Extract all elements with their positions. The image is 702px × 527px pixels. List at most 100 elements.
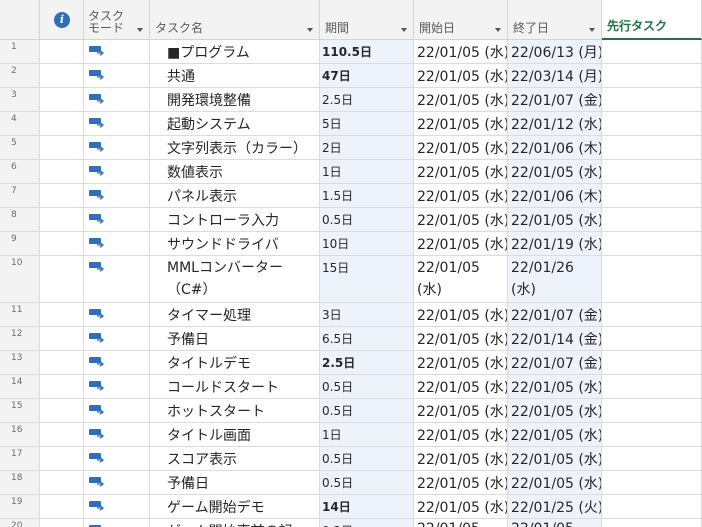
task-name-cell[interactable]: MMLコンバーター（C#） <box>150 256 320 302</box>
header-predecessors[interactable]: 先行タスク <box>602 0 702 40</box>
task-row[interactable]: 19 ゲーム開始デモ 14日 22/01/05 (水) 22/01/25 (火) <box>0 495 702 519</box>
header-duration[interactable]: 期間 <box>320 0 414 40</box>
task-row[interactable]: 3 開発環境整備 2.5日 22/01/05 (水) 22/01/07 (金) <box>0 88 702 112</box>
task-name-cell[interactable]: タイトル画面 <box>150 423 320 446</box>
start-date-cell[interactable]: 22/01/05 (水) <box>414 303 508 326</box>
start-date-cell[interactable]: 22/01/05 (水) <box>414 375 508 398</box>
row-number[interactable]: 2 <box>0 64 40 87</box>
start-date-cell[interactable]: 22/01/05 (水) <box>414 351 508 374</box>
duration-cell[interactable]: 0.5日 <box>320 471 414 494</box>
task-row[interactable]: 9 サウンドドライバ 10日 22/01/05 (水) 22/01/19 (水) <box>0 232 702 256</box>
duration-cell[interactable]: 1日 <box>320 423 414 446</box>
task-mode-cell[interactable] <box>84 64 150 87</box>
finish-date-cell[interactable]: 22/01/05 <box>508 519 602 527</box>
task-name-cell[interactable]: ゲーム開始事前の記 <box>150 519 320 527</box>
task-name-cell[interactable]: 文字列表示（カラー） <box>150 136 320 159</box>
row-number[interactable]: 8 <box>0 208 40 231</box>
predecessors-cell[interactable] <box>602 40 702 63</box>
task-mode-cell[interactable] <box>84 519 150 527</box>
task-row[interactable]: 2 共通 47日 22/01/05 (水) 22/03/14 (月) <box>0 64 702 88</box>
start-date-cell[interactable]: 22/01/05 (水) <box>414 160 508 183</box>
start-date-cell[interactable]: 22/01/05 (水) <box>414 232 508 255</box>
row-indicator-cell[interactable] <box>40 303 84 326</box>
row-number[interactable]: 17 <box>0 447 40 470</box>
dropdown-arrow-icon[interactable] <box>401 28 407 32</box>
row-indicator-cell[interactable] <box>40 471 84 494</box>
duration-cell[interactable]: 2.5日 <box>320 351 414 374</box>
header-task-name[interactable]: タスク名 <box>150 0 320 40</box>
predecessors-cell[interactable] <box>602 519 702 527</box>
duration-cell[interactable]: 0.5日 <box>320 208 414 231</box>
task-name-cell[interactable]: スコア表示 <box>150 447 320 470</box>
finish-date-cell[interactable]: 22/01/06 (木) <box>508 136 602 159</box>
predecessors-cell[interactable] <box>602 232 702 255</box>
row-indicator-cell[interactable] <box>40 399 84 422</box>
duration-cell[interactable]: 1日 <box>320 160 414 183</box>
task-row[interactable]: 16 タイトル画面 1日 22/01/05 (水) 22/01/05 (水) <box>0 423 702 447</box>
row-number[interactable]: 14 <box>0 375 40 398</box>
duration-cell[interactable]: 2日 <box>320 136 414 159</box>
task-mode-cell[interactable] <box>84 327 150 350</box>
row-indicator-cell[interactable] <box>40 40 84 63</box>
duration-cell[interactable]: 3日 <box>320 303 414 326</box>
row-number[interactable]: 4 <box>0 112 40 135</box>
predecessors-cell[interactable] <box>602 303 702 326</box>
finish-date-cell[interactable]: 22/01/19 (水) <box>508 232 602 255</box>
start-date-cell[interactable]: 22/01/05 <box>414 519 508 527</box>
finish-date-cell[interactable]: 22/01/05 (水) <box>508 447 602 470</box>
row-indicator-cell[interactable] <box>40 232 84 255</box>
header-task-mode[interactable]: タスク モード <box>84 0 150 40</box>
start-date-cell[interactable]: 22/01/05 (水) <box>414 40 508 63</box>
task-name-cell[interactable]: サウンドドライバ <box>150 232 320 255</box>
task-mode-cell[interactable] <box>84 88 150 111</box>
task-row[interactable]: 7 パネル表示 1.5日 22/01/05 (水) 22/01/06 (木) <box>0 184 702 208</box>
finish-date-cell[interactable]: 22/01/05 (水) <box>508 423 602 446</box>
row-number[interactable]: 15 <box>0 399 40 422</box>
row-number[interactable]: 11 <box>0 303 40 326</box>
finish-date-cell[interactable]: 22/01/05 (水) <box>508 208 602 231</box>
task-row[interactable]: 1 ■プログラム 110.5日 22/01/05 (水) 22/06/13 (月) <box>0 40 702 64</box>
finish-date-cell[interactable]: 22/01/12 (水) <box>508 112 602 135</box>
row-indicator-cell[interactable] <box>40 88 84 111</box>
predecessors-cell[interactable] <box>602 64 702 87</box>
duration-cell[interactable]: 6.5日 <box>320 327 414 350</box>
task-name-cell[interactable]: 開発環境整備 <box>150 88 320 111</box>
task-row[interactable]: 14 コールドスタート 0.5日 22/01/05 (水) 22/01/05 (水) <box>0 375 702 399</box>
duration-cell[interactable]: 0.2日 <box>320 519 414 527</box>
duration-cell[interactable]: 0.5日 <box>320 399 414 422</box>
row-number[interactable]: 20 <box>0 519 40 527</box>
predecessors-cell[interactable] <box>602 375 702 398</box>
duration-cell[interactable]: 47日 <box>320 64 414 87</box>
duration-cell[interactable]: 15日 <box>320 256 414 302</box>
duration-cell[interactable]: 10日 <box>320 232 414 255</box>
row-number[interactable]: 13 <box>0 351 40 374</box>
task-name-cell[interactable]: 数値表示 <box>150 160 320 183</box>
predecessors-cell[interactable] <box>602 447 702 470</box>
task-row[interactable]: 4 起動システム 5日 22/01/05 (水) 22/01/12 (水) <box>0 112 702 136</box>
row-indicator-cell[interactable] <box>40 375 84 398</box>
task-name-cell[interactable]: ホットスタート <box>150 399 320 422</box>
row-number[interactable]: 5 <box>0 136 40 159</box>
task-mode-cell[interactable] <box>84 447 150 470</box>
duration-cell[interactable]: 1.5日 <box>320 184 414 207</box>
task-mode-cell[interactable] <box>84 375 150 398</box>
row-indicator-cell[interactable] <box>40 184 84 207</box>
task-mode-cell[interactable] <box>84 423 150 446</box>
start-date-cell[interactable]: 22/01/05 (水) <box>414 327 508 350</box>
row-number[interactable]: 1 <box>0 40 40 63</box>
select-all-corner[interactable] <box>0 0 40 40</box>
task-row[interactable]: 13 タイトルデモ 2.5日 22/01/05 (水) 22/01/07 (金) <box>0 351 702 375</box>
task-row[interactable]: 17 スコア表示 0.5日 22/01/05 (水) 22/01/05 (水) <box>0 447 702 471</box>
task-name-cell[interactable]: ゲーム開始デモ <box>150 495 320 518</box>
task-mode-cell[interactable] <box>84 471 150 494</box>
finish-date-cell[interactable]: 22/01/05 (水) <box>508 160 602 183</box>
finish-date-cell[interactable]: 22/01/14 (金) <box>508 327 602 350</box>
start-date-cell[interactable]: 22/01/05 (水) <box>414 399 508 422</box>
task-name-cell[interactable]: 予備日 <box>150 471 320 494</box>
row-indicator-cell[interactable] <box>40 208 84 231</box>
header-indicators[interactable]: i <box>40 0 84 40</box>
row-indicator-cell[interactable] <box>40 256 84 302</box>
task-mode-cell[interactable] <box>84 399 150 422</box>
predecessors-cell[interactable] <box>602 351 702 374</box>
predecessors-cell[interactable] <box>602 160 702 183</box>
